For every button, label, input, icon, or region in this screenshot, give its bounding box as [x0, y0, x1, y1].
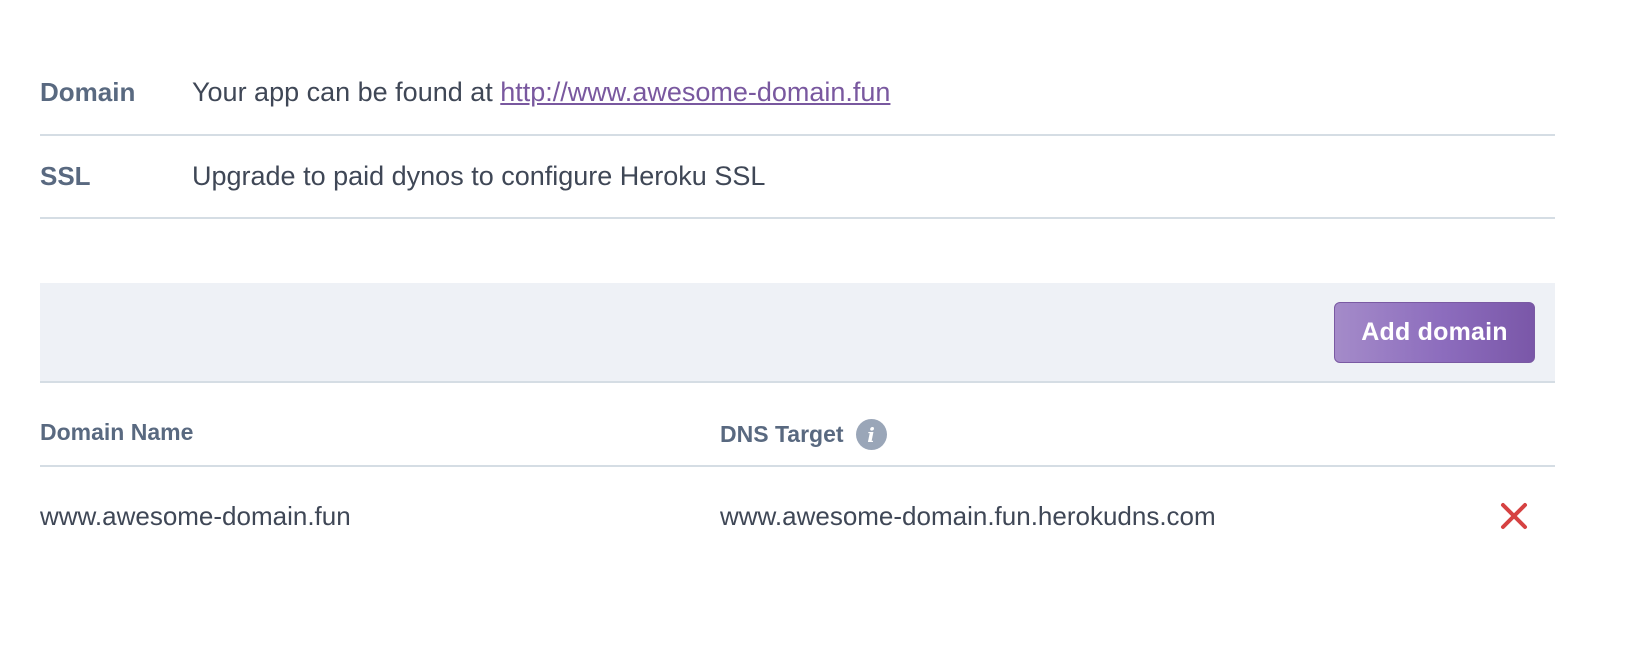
- ssl-info-row: SSL Upgrade to paid dynos to configure H…: [40, 136, 1555, 219]
- ssl-info-text: Upgrade to paid dynos to configure Herok…: [192, 161, 766, 191]
- domains-table-header: Domain Name DNS Target i: [40, 383, 1555, 467]
- close-icon[interactable]: [1499, 501, 1529, 531]
- info-icon[interactable]: i: [855, 419, 887, 450]
- domains-settings-panel: Domain Your app can be found at http://w…: [40, 0, 1555, 565]
- column-header-dns-target: DNS Target i: [720, 419, 887, 450]
- domains-toolbar: Add domain: [40, 283, 1555, 383]
- domain-info-row: Domain Your app can be found at http://w…: [40, 51, 1555, 136]
- app-url-link[interactable]: http://www.awesome-domain.fun: [500, 77, 890, 107]
- dns-target-cell: www.awesome-domain.fun.herokudns.com: [720, 501, 1216, 531]
- domain-name-cell: www.awesome-domain.fun: [40, 501, 351, 531]
- column-header-domain-name: Domain Name: [40, 419, 194, 445]
- domain-label: Domain: [40, 77, 136, 107]
- domain-info-text: Your app can be found at http://www.awes…: [192, 77, 890, 108]
- dns-target-header-label: DNS Target: [720, 421, 844, 447]
- domain-prefix: Your app can be found at: [192, 77, 501, 107]
- table-row: www.awesome-domain.fun www.awesome-domai…: [40, 467, 1555, 565]
- ssl-label: SSL: [40, 161, 91, 191]
- add-domain-button[interactable]: Add domain: [1334, 302, 1535, 363]
